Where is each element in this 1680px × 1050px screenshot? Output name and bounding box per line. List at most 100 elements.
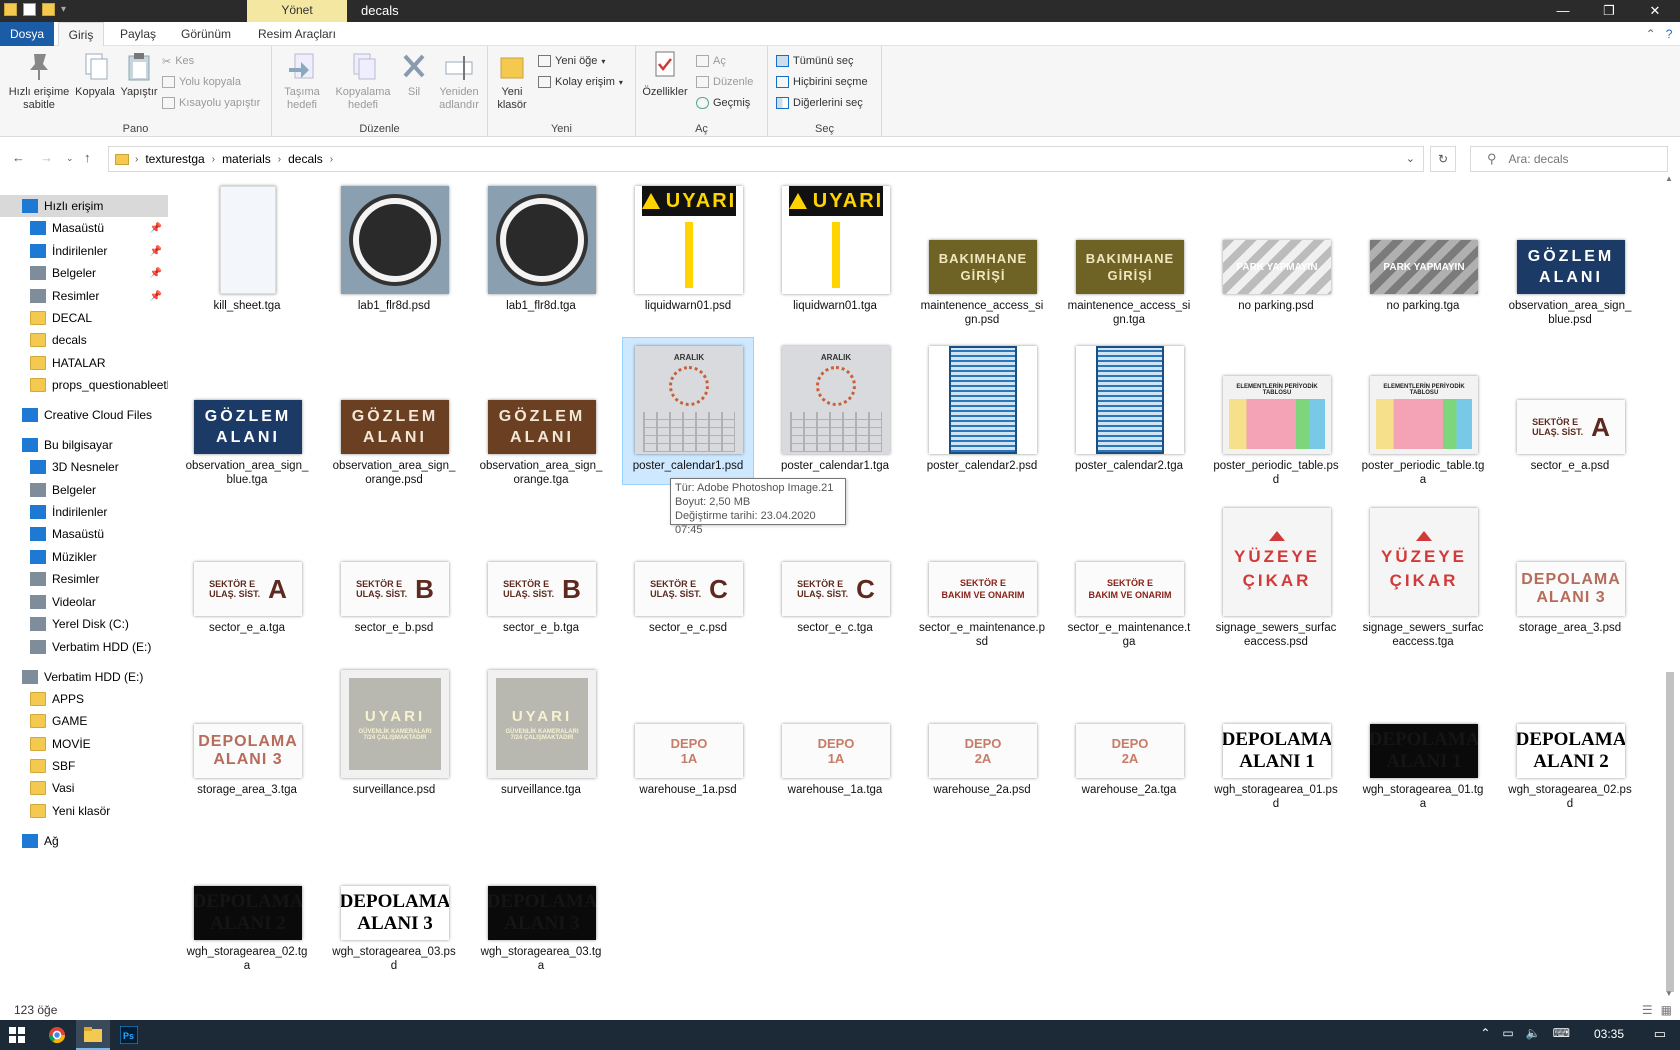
rename-button[interactable]: Yeniden adlandır: [432, 50, 486, 112]
refresh-button[interactable]: ↻: [1430, 146, 1456, 172]
address-dropdown-icon[interactable]: ⌄: [1406, 152, 1415, 165]
pin-quick-access-button[interactable]: Hızlı erişime sabitle: [6, 50, 72, 112]
file-item[interactable]: ELEMENTLERİN PERİYODİK TABLOSU poster_per…: [1211, 338, 1341, 488]
sidebar-item[interactable]: Masaüstü 📌: [0, 217, 168, 239]
sidebar-item[interactable]: Ağ: [0, 830, 168, 852]
breadcrumb-separator-icon[interactable]: ›: [278, 154, 281, 165]
sidebar-item[interactable]: DECAL: [0, 307, 168, 329]
sidebar-item[interactable]: Resimler 📌: [0, 285, 168, 307]
sidebar-item[interactable]: HATALAR: [0, 352, 168, 374]
search-box[interactable]: ⚲ Ara: decals: [1470, 146, 1668, 172]
file-item[interactable]: DEPOLAMA ALANI 1 wgh_storagearea_01.tga: [1358, 662, 1488, 812]
keyboard-icon[interactable]: ⌨: [1553, 1026, 1570, 1040]
file-item[interactable]: YÜZEYE ÇIKAR signage_sewers_surfaceaccess.…: [1358, 500, 1488, 650]
details-view-icon[interactable]: ☰: [1642, 1003, 1653, 1017]
breadcrumb-separator-icon[interactable]: ›: [330, 154, 333, 165]
file-item[interactable]: UYARI liquidwarn01.psd: [623, 178, 753, 328]
copy-to-button[interactable]: Kopyalama hedefi: [332, 50, 394, 112]
sidebar-item[interactable]: İndirilenler 📌: [0, 240, 168, 262]
file-item[interactable]: GÖZLEM ALANI observation_area_sign_blue.ps…: [1505, 178, 1635, 328]
volume-icon[interactable]: 🔈: [1526, 1026, 1541, 1040]
file-item[interactable]: SEKTÖR E ULAŞ. SİST. Bsector_e_b.psd: [329, 500, 459, 650]
sidebar-item[interactable]: Müzikler: [0, 546, 168, 568]
file-explorer-button[interactable]: [76, 1020, 110, 1050]
help-icon[interactable]: ?: [1666, 27, 1673, 41]
address-bar[interactable]: › texturestga › materials › decals › ⌄: [108, 146, 1424, 172]
recent-locations-icon[interactable]: ⌄: [66, 153, 74, 164]
vertical-scrollbar[interactable]: ▲ ▼: [1660, 172, 1680, 1000]
file-item[interactable]: DEPOLAMA ALANI 3 wgh_storagearea_03.psd: [329, 824, 459, 974]
show-hidden-icons-icon[interactable]: ⌃: [1480, 1026, 1490, 1040]
tab-view[interactable]: Görünüm: [172, 22, 240, 46]
sidebar-item[interactable]: İndirilenler: [0, 501, 168, 523]
file-item[interactable]: SEKTÖR E BAKIM VE ONARIM sector_e_maintena…: [917, 500, 1047, 650]
breadcrumb-item[interactable]: materials: [222, 152, 271, 166]
file-item[interactable]: PARK YAPMAYIN no parking.tga: [1358, 178, 1488, 328]
sidebar-item[interactable]: Yerel Disk (C:): [0, 613, 168, 635]
file-item[interactable]: UYARI GÜVENLİK KAMERALARI 7/24 ÇALIŞMAKTAD…: [476, 662, 606, 812]
select-all-button[interactable]: Tümünü seç: [776, 52, 854, 70]
notifications-icon[interactable]: ▭: [1654, 1026, 1666, 1042]
sidebar-item[interactable]: Verbatim HDD (E:): [0, 666, 168, 688]
tab-file[interactable]: Dosya: [0, 22, 54, 46]
customize-toolbar-icon[interactable]: ▾: [61, 4, 66, 15]
sidebar-item[interactable]: Masaüstü: [0, 523, 168, 545]
sidebar-item[interactable]: props_questionableethics: [0, 374, 168, 396]
file-item[interactable]: DEPOLAMA ALANI 2 wgh_storagearea_02.psd: [1505, 662, 1635, 812]
paste-button[interactable]: Yapıştır: [118, 50, 160, 99]
network-icon[interactable]: ▭: [1502, 1026, 1513, 1040]
file-item[interactable]: poster_calendar2.tga: [1064, 338, 1194, 488]
paste-shortcut-button[interactable]: Kısayolu yapıştır: [162, 94, 260, 112]
edit-button[interactable]: Düzenle: [696, 73, 753, 91]
invert-selection-button[interactable]: Diğerlerini seç: [776, 94, 863, 112]
file-item[interactable]: BAKIMHANE GİRİŞİ maintenence_access_sign.p…: [917, 178, 1047, 328]
tab-share[interactable]: Paylaş: [112, 22, 164, 46]
delete-button[interactable]: Sil: [396, 50, 432, 99]
file-item[interactable]: SEKTÖR E ULAŞ. SİST. Asector_e_a.tga: [182, 500, 312, 650]
properties-icon[interactable]: [23, 3, 36, 16]
file-item[interactable]: DEPO 1A warehouse_1a.tga: [770, 662, 900, 812]
file-item[interactable]: GÖZLEM ALANI observation_area_sign_orange.…: [476, 338, 606, 488]
sidebar-item[interactable]: SBF: [0, 755, 168, 777]
sidebar-item[interactable]: Belgeler 📌: [0, 262, 168, 284]
history-button[interactable]: Geçmiş: [696, 94, 750, 112]
scroll-down-icon[interactable]: ▼: [1665, 989, 1673, 998]
file-item[interactable]: DEPO 2A warehouse_2a.tga: [1064, 662, 1194, 812]
cut-button[interactable]: ✂ Kes: [162, 52, 194, 70]
file-item[interactable]: SEKTÖR E ULAŞ. SİST. Asector_e_a.psd: [1505, 338, 1635, 488]
file-item[interactable]: ARALIK poster_calendar1.psd: [622, 337, 754, 485]
file-item[interactable]: YÜZEYE ÇIKAR signage_sewers_surfaceaccess.…: [1211, 500, 1341, 650]
new-folder-icon[interactable]: [42, 3, 55, 16]
scroll-up-icon[interactable]: ▲: [1665, 174, 1673, 183]
file-item[interactable]: poster_calendar2.psd: [917, 338, 1047, 488]
collapse-ribbon-icon[interactable]: ⌃: [1646, 27, 1656, 41]
file-item[interactable]: UYARI liquidwarn01.tga: [770, 178, 900, 328]
file-item[interactable]: BAKIMHANE GİRİŞİ maintenence_access_sign.t…: [1064, 178, 1194, 328]
scrollbar-thumb[interactable]: [1666, 672, 1674, 992]
start-button[interactable]: [0, 1020, 34, 1050]
minimize-button[interactable]: —: [1540, 0, 1586, 22]
easy-access-button[interactable]: Kolay erişim ▾: [538, 73, 623, 91]
open-button[interactable]: Aç: [696, 52, 726, 70]
manage-contextual-tab[interactable]: Yönet: [247, 0, 347, 22]
large-icons-view-icon[interactable]: ▦: [1661, 1003, 1672, 1017]
file-item[interactable]: DEPO 2A warehouse_2a.psd: [917, 662, 1047, 812]
file-item[interactable]: SEKTÖR E BAKIM VE ONARIM sector_e_maintena…: [1064, 500, 1194, 650]
sidebar-item[interactable]: Videolar: [0, 591, 168, 613]
move-to-button[interactable]: Taşıma hedefi: [276, 50, 328, 112]
maximize-button[interactable]: ❐: [1586, 0, 1632, 22]
file-item[interactable]: DEPOLAMA ALANI 3 wgh_storagearea_03.tga: [476, 824, 606, 974]
photoshop-button[interactable]: Ps: [112, 1020, 146, 1050]
new-folder-button[interactable]: Yeni klasör: [492, 50, 532, 112]
file-item[interactable]: ELEMENTLERİN PERİYODİK TABLOSU poster_per…: [1358, 338, 1488, 488]
file-item[interactable]: DEPOLAMA ALANI 3 storage_area_3.tga: [182, 662, 312, 812]
file-item[interactable]: DEPOLAMA ALANI 2 wgh_storagearea_02.tga: [182, 824, 312, 974]
properties-button[interactable]: Özellikler: [640, 50, 690, 99]
file-item[interactable]: DEPO 1A warehouse_1a.psd: [623, 662, 753, 812]
sidebar-item[interactable]: Bu bilgisayar: [0, 434, 168, 456]
file-item[interactable]: DEPOLAMA ALANI 3 storage_area_3.psd: [1505, 500, 1635, 650]
sidebar-item[interactable]: GAME: [0, 710, 168, 732]
breadcrumb-item[interactable]: texturestga: [145, 152, 204, 166]
breadcrumb-item[interactable]: decals: [288, 152, 323, 166]
sidebar-item[interactable]: APPS: [0, 688, 168, 710]
